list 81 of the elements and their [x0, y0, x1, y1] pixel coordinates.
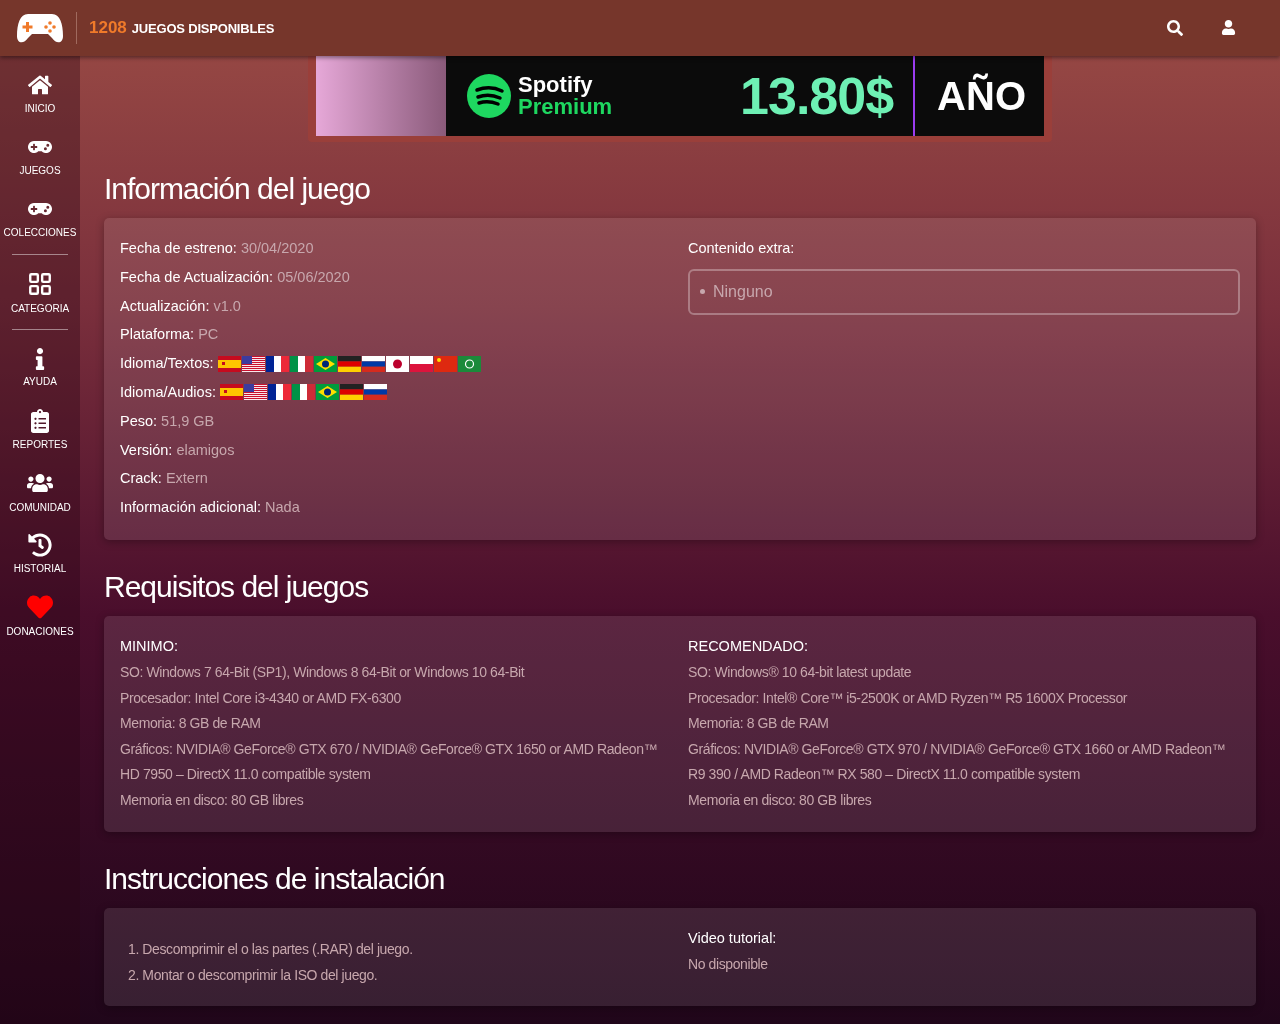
music-logo-icon: [466, 73, 512, 119]
requirement-text: Memoria: 8 GB de RAM: [688, 714, 830, 734]
bullet-icon: [700, 289, 705, 295]
banner-brand: Spotify: [518, 74, 593, 96]
requirement-text: Procesador: Intel® Core™ i5-2500K or AMD Ryzen™ R5 1600X Processor: [688, 688, 1129, 708]
field-label: Versión:: [120, 440, 173, 460]
field-label: Fecha de estreno:: [120, 239, 237, 258]
grid-icon: [27, 270, 53, 297]
video-status: No disponible: [688, 954, 769, 974]
flag-icon: [363, 384, 387, 401]
flag-icon: [265, 355, 289, 372]
section-title: Información del juego: [104, 172, 371, 206]
field-label: Información adicional:: [120, 498, 262, 518]
flag-icon: [315, 384, 339, 401]
requirements-heading: MINIMO:: [120, 636, 179, 656]
heart-icon: [27, 593, 53, 620]
requirement-text: Gráficos: NVIDIA® GeForce® GTX 970 / NVIDIA® GeForce® GTX 1660 or AMD Radeon™ R9 390 / AMD Radeon™ RX 580 – DirectX 11.0 compatible system: [688, 739, 1227, 785]
flag-icon: [219, 384, 243, 401]
field-label: Idioma/Textos:: [120, 354, 214, 374]
sidebar-item[interactable]: AYUDA: [23, 336, 57, 398]
field-value: elamigos: [176, 440, 235, 460]
section-title: Instrucciones de instalación: [104, 861, 446, 896]
field-value: Nada: [265, 498, 300, 518]
game-count: 1208: [89, 18, 127, 38]
flag-icon: [313, 355, 337, 372]
flag-icon: [241, 355, 265, 372]
games-available-label: JUEGOS DISPONIBLES: [131, 20, 275, 36]
flag-icon: [433, 355, 457, 372]
ad-banner[interactable]: Spotify Premium 13.80$ AÑO: [316, 56, 1044, 136]
requirement-text: SO: Windows® 10 64-bit latest update: [688, 662, 913, 682]
flag-icon: [267, 384, 291, 401]
flag-icon: [291, 384, 315, 401]
field-label: Actualización:: [120, 296, 210, 316]
flag-icon: [339, 384, 363, 401]
banner-product: Premium: [518, 96, 613, 118]
flag-icon: [385, 355, 409, 372]
requirement-text: Memoria en disco: 80 GB libres: [120, 790, 305, 810]
requirement-text: Memoria: 8 GB de RAM: [120, 714, 262, 734]
sidebar-item[interactable]: DONACIONES: [6, 584, 74, 646]
flag-icon: [337, 355, 361, 372]
requirement-text: Gráficos: NVIDIA® GeForce® GTX 670 / NVIDIA® GeForce® GTX 1650 or AMD Radeon™ HD 7950 – DirectX 11.0 compatible system: [120, 739, 659, 785]
requirement-text: SO: Windows 7 64-Bit (SP1), Windows 8 64-Bit or Windows 10 64-Bit: [120, 662, 526, 682]
banner-price: 13.80$: [740, 66, 894, 126]
user-button[interactable]: [1221, 20, 1236, 36]
field-value: Extern: [165, 469, 208, 489]
field-value: 51,9 GB: [161, 411, 215, 431]
video-label: Video tutorial:: [688, 928, 778, 948]
field-label: Peso:: [120, 411, 158, 431]
field-value: 05/06/2020: [277, 267, 350, 287]
install-step: 2. Montar o descomprimir la ISO del juego.: [128, 961, 688, 988]
section-title: Requisitos del juegos: [104, 569, 370, 604]
banner-period: AÑO: [913, 56, 1044, 136]
sidebar-item[interactable]: REPORTES: [12, 398, 68, 460]
extra-content-label: Contenido extra:: [688, 239, 795, 258]
field-value: PC: [198, 325, 219, 345]
sidebar-item[interactable]: CATEGORIA: [10, 261, 70, 323]
field-label: Crack:: [120, 469, 162, 489]
sidebar-item[interactable]: HISTORIAL: [13, 522, 67, 584]
flag-icon: [217, 355, 241, 372]
flag-icon: [289, 355, 313, 372]
field-label: Idioma/Audios:: [120, 383, 216, 402]
flag-icon: [457, 355, 481, 372]
field-label: Fecha de Actualización:: [120, 267, 274, 287]
requirement-text: Memoria en disco: 80 GB libres: [688, 790, 873, 810]
install-step: 1. Descomprimir el o las partes (.RAR) del juego.: [128, 935, 688, 962]
field-value: v1.0: [213, 296, 241, 316]
requirement-text: Procesador: Intel Core i3-4340 or AMD FX-6300: [120, 688, 402, 708]
search-button[interactable]: [1167, 20, 1183, 36]
sidebar-item[interactable]: COMUNIDAD: [9, 460, 71, 522]
extra-item: Ninguno: [713, 282, 773, 301]
sidebar-item[interactable]: INICIO: [24, 62, 56, 124]
flag-icon: [361, 355, 385, 372]
clipboard-icon: [28, 408, 52, 433]
sidebar-item[interactable]: COLECCIONES: [3, 186, 77, 248]
history-icon: [28, 532, 52, 557]
field-label: Plataforma:: [120, 325, 195, 345]
flag-icon: [243, 384, 267, 401]
flag-icon: [409, 355, 433, 372]
sidebar-item[interactable]: JUEGOS: [19, 124, 61, 186]
requirements-heading: RECOMENDADO:: [688, 636, 810, 656]
field-value: 30/04/2020: [240, 239, 314, 258]
